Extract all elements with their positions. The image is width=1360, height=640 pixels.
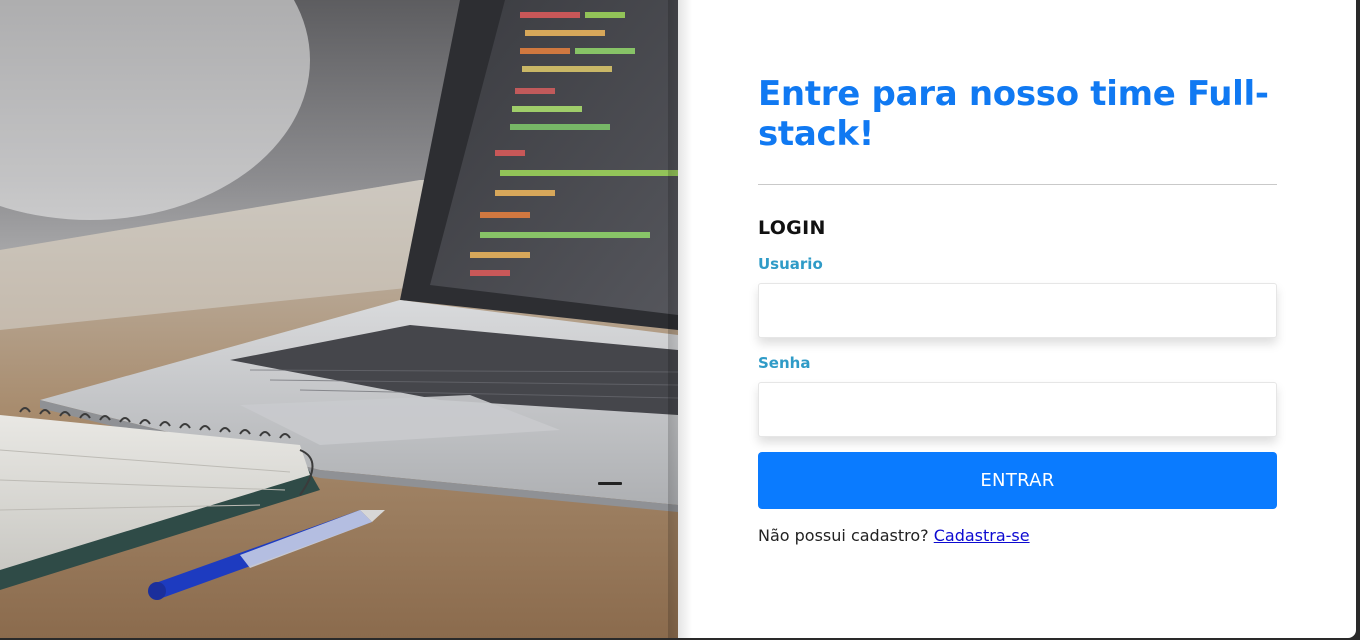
login-heading: LOGIN	[758, 217, 826, 239]
password-label: Senha	[758, 354, 811, 372]
hero-photo	[0, 0, 678, 638]
username-label: Usuario	[758, 255, 823, 273]
signup-row: Não possui cadastro? Cadastra-se	[758, 526, 1277, 545]
divider	[758, 184, 1277, 185]
photo-edge-shadow	[668, 0, 692, 638]
signup-link[interactable]: Cadastra-se	[934, 526, 1030, 545]
username-input[interactable]	[758, 283, 1277, 338]
page-frame: Entre para nosso time Full-stack! LOGIN …	[0, 0, 1356, 638]
signup-prompt: Não possui cadastro?	[758, 526, 929, 545]
page-title: Entre para nosso time Full-stack!	[758, 74, 1269, 154]
laptop-desk-illustration	[0, 0, 678, 638]
login-button[interactable]: ENTRAR	[758, 452, 1277, 509]
login-panel: Entre para nosso time Full-stack! LOGIN …	[758, 74, 1277, 545]
password-input[interactable]	[758, 382, 1277, 437]
